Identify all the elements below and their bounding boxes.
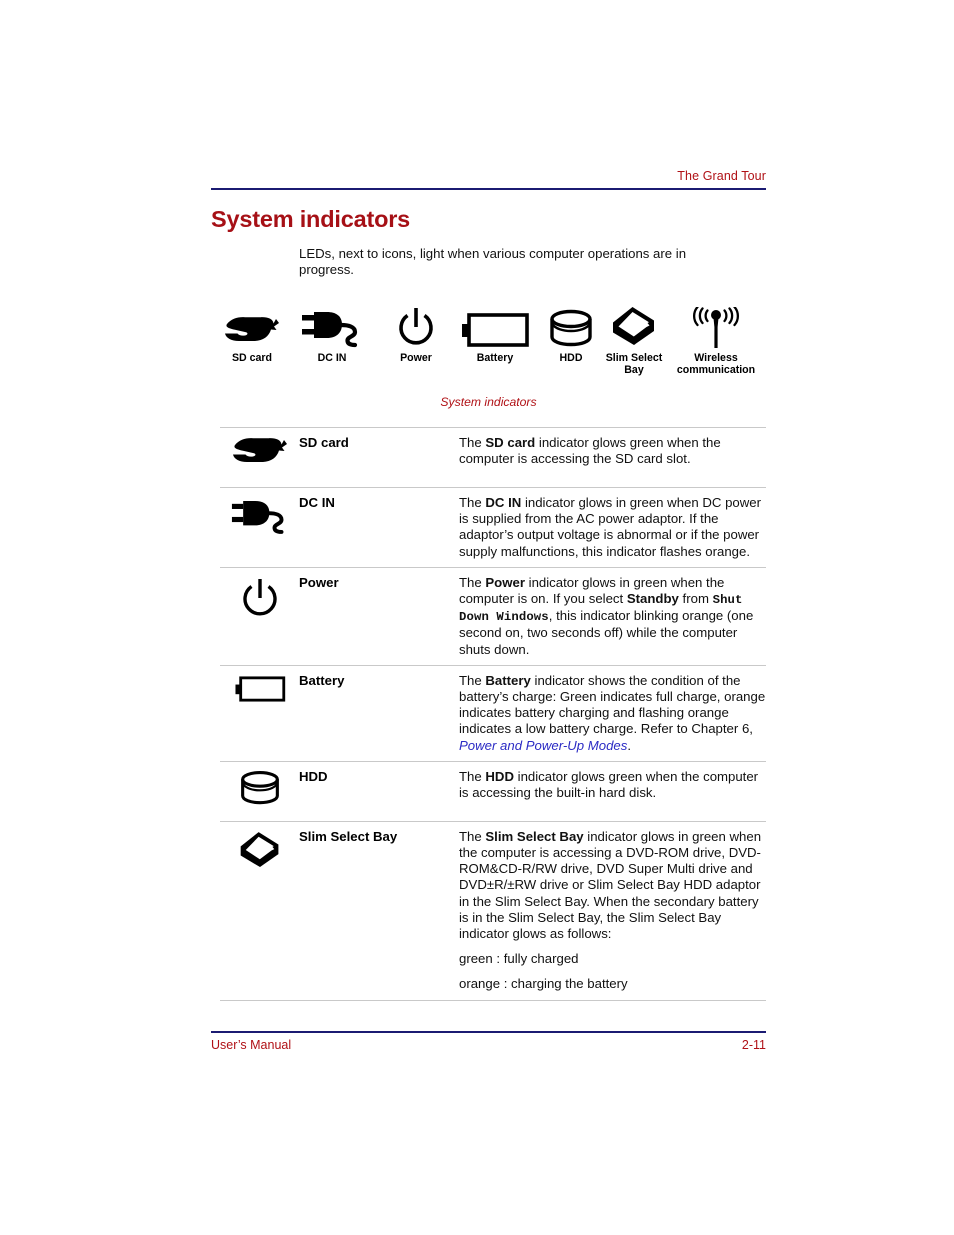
figure-label-dc-in: DC IN xyxy=(317,352,347,364)
figure-item-battery: Battery xyxy=(447,305,543,365)
battery-icon xyxy=(447,305,543,349)
page-title: System indicators xyxy=(211,206,411,232)
row-icon-sd-card xyxy=(220,434,299,470)
sd-card-icon xyxy=(211,305,293,349)
row-icon-dc-in xyxy=(220,494,299,536)
document-page: The Grand Tour System indicators LEDs, n… xyxy=(0,0,954,1235)
table-row: Power The Power indicator glows in green… xyxy=(220,566,766,665)
row-name: SD card xyxy=(299,435,349,450)
row-icon-battery xyxy=(220,672,299,704)
figure-caption: System indicators xyxy=(440,395,537,409)
row-name: Slim Select Bay xyxy=(299,828,398,844)
row-description: The SD card indicator glows green when t… xyxy=(459,435,721,467)
intro-paragraph: LEDs, next to icons, light when various … xyxy=(299,246,687,278)
row-name: DC IN xyxy=(299,495,335,510)
row-description: The Battery indicator shows the conditio… xyxy=(459,672,766,753)
table-row: Battery The Battery indicator shows the … xyxy=(220,664,766,761)
figure-label-battery: Battery xyxy=(476,352,514,364)
header-rule xyxy=(211,188,766,190)
figure-label-wireless-communication: Wireless communication xyxy=(676,352,756,376)
dc-in-plug-icon xyxy=(291,305,373,349)
figure-item-wireless-communication: Wireless communication xyxy=(666,305,766,376)
row-icon-hdd xyxy=(220,768,299,807)
row-name: HDD xyxy=(299,768,328,784)
row-name: Power xyxy=(299,574,339,590)
header-chapter-title: The Grand Tour xyxy=(677,169,766,183)
row-name: Battery xyxy=(299,672,345,688)
footer-manual-label: User’s Manual xyxy=(211,1038,292,1052)
row-icon-slim-select-bay xyxy=(220,828,299,871)
system-indicators-figure: SD card DC IN Power Battery HDD Slim Sel… xyxy=(211,305,766,387)
row-description: The HDD indicator glows green when the c… xyxy=(459,768,759,801)
table-row: Slim Select Bay The Slim Select Bay indi… xyxy=(220,820,766,1001)
row-description: The Power indicator glows in green when … xyxy=(459,574,754,657)
wireless-communication-icon xyxy=(666,305,766,349)
table-row: DC IN The DC IN indicator glows in green… xyxy=(220,487,766,567)
figure-item-dc-in: DC IN xyxy=(291,305,373,365)
figure-item-power: Power xyxy=(375,305,457,365)
table-row: HDD The HDD indicator glows green when t… xyxy=(220,760,766,821)
table-row: SD card The SD card indicator glows gree… xyxy=(220,427,766,487)
row-icon-power xyxy=(220,574,299,620)
footer-page-number: 2-11 xyxy=(741,1038,766,1052)
row-description: The Slim Select Bay indicator glows in g… xyxy=(459,828,762,992)
page-header: The Grand Tour xyxy=(211,168,766,190)
figure-label-sd-card: SD card xyxy=(231,352,273,364)
row-description: The DC IN indicator glows in green when … xyxy=(459,495,761,559)
power-icon xyxy=(375,305,457,349)
page-footer: User’s Manual 2-11 xyxy=(211,1031,766,1052)
system-indicators-table: SD card The SD card indicator glows gree… xyxy=(220,427,766,1001)
figure-item-sd-card: SD card xyxy=(211,305,293,365)
footer-rule xyxy=(211,1031,766,1033)
figure-label-power: Power xyxy=(400,352,432,364)
